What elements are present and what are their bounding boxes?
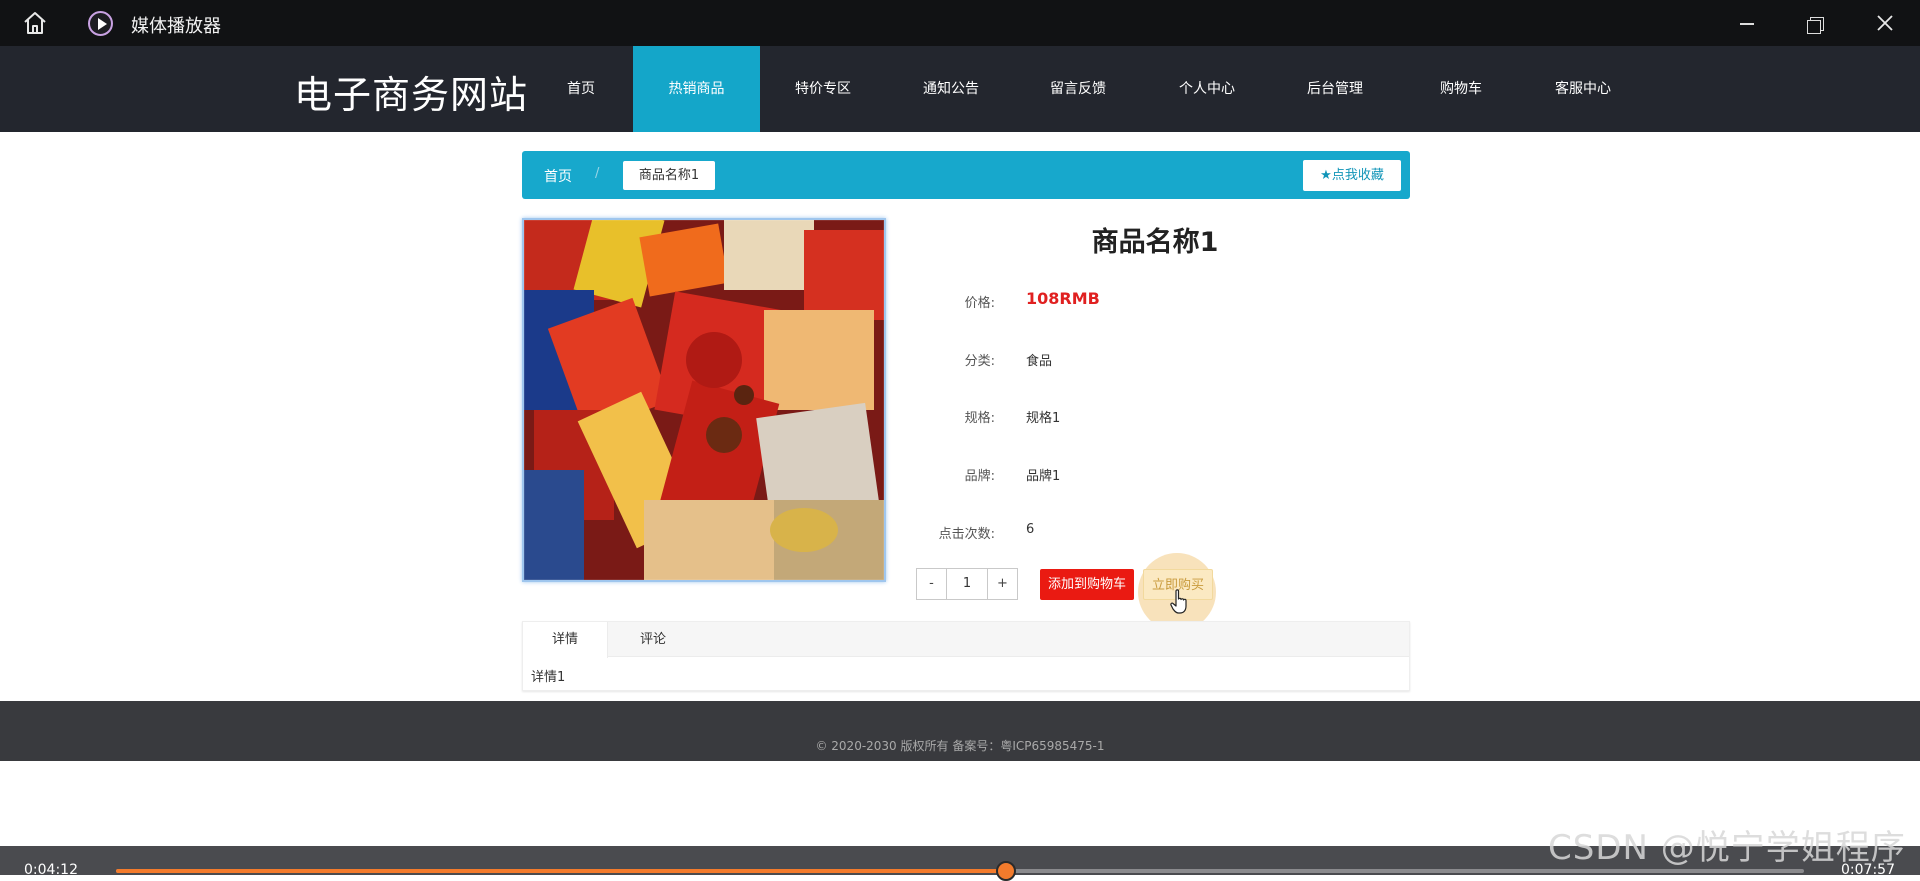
price-label: 价格: xyxy=(964,296,995,311)
add-to-cart-button[interactable]: 添加到购物车 xyxy=(1040,569,1134,600)
favorite-label: 点我收藏 xyxy=(1331,168,1384,183)
nav-item-feedback[interactable]: 留言反馈 xyxy=(1025,46,1131,132)
player-title: 媒体播放器 xyxy=(131,16,221,37)
nav-item-profile[interactable]: 个人中心 xyxy=(1154,46,1260,132)
site-navbar: 电子商务网站 首页 热销商品 特价专区 通知公告 留言反馈 个人中心 后台管理 … xyxy=(0,46,1920,132)
product-image xyxy=(522,218,886,582)
tab-header: 详情 评论 xyxy=(523,622,1409,658)
detail-tabs: 详情 评论 详情1 xyxy=(522,621,1410,691)
nav-item-notices[interactable]: 通知公告 xyxy=(898,46,1004,132)
spec-value: 规格1 xyxy=(1026,411,1061,426)
quantity-decrease-button[interactable]: - xyxy=(917,569,947,599)
close-icon[interactable] xyxy=(1871,10,1899,36)
breadcrumb: 首页 / 商品名称1 ★点我收藏 xyxy=(522,151,1410,199)
breadcrumb-home[interactable]: 首页 xyxy=(544,166,572,186)
spec-label: 规格: xyxy=(964,411,995,426)
restore-icon[interactable] xyxy=(1801,10,1829,36)
nav-item-service[interactable]: 客服中心 xyxy=(1530,46,1636,132)
brand-label: 品牌: xyxy=(964,469,995,484)
star-icon: ★ xyxy=(1320,168,1332,183)
watermark: CSDN @悦宁学姐程序 xyxy=(1548,828,1906,868)
seek-bar-progress xyxy=(116,869,1007,873)
tab-details[interactable]: 详情 xyxy=(523,622,608,658)
play-circle-icon xyxy=(88,11,113,36)
copyright-text: © 2020-2030 版权所有 备案号：粤ICP65985475-1 xyxy=(815,739,1105,753)
seek-handle[interactable] xyxy=(996,861,1017,881)
favorite-button[interactable]: ★点我收藏 xyxy=(1303,160,1401,191)
tab-comments[interactable]: 评论 xyxy=(608,622,698,657)
home-icon[interactable] xyxy=(22,11,48,35)
hand-cursor-icon xyxy=(1170,589,1187,614)
breadcrumb-separator: / xyxy=(595,166,600,181)
category-label: 分类: xyxy=(964,354,995,369)
tab-content: 详情1 xyxy=(531,670,566,685)
player-titlebar: 媒体播放器 xyxy=(0,0,1920,46)
breadcrumb-current: 商品名称1 xyxy=(623,161,715,190)
quantity-increase-button[interactable]: + xyxy=(987,569,1017,599)
minimize-icon[interactable] xyxy=(1733,10,1761,36)
product-name: 商品名称1 xyxy=(1091,227,1219,258)
site-footer: © 2020-2030 版权所有 备案号：粤ICP65985475-1 xyxy=(0,701,1920,761)
nav-item-cart[interactable]: 购物车 xyxy=(1408,46,1514,132)
nav-item-home[interactable]: 首页 xyxy=(538,46,624,132)
site-title[interactable]: 电子商务网站 xyxy=(294,64,528,119)
nav-item-admin[interactable]: 后台管理 xyxy=(1282,46,1388,132)
price-value: 108RMB xyxy=(1026,289,1100,308)
brand-value: 品牌1 xyxy=(1026,469,1061,484)
seek-bar[interactable] xyxy=(116,861,1804,881)
clicks-label: 点击次数: xyxy=(938,527,995,542)
current-time: 0:04:12 xyxy=(24,862,78,878)
quantity-stepper: - 1 + xyxy=(916,568,1018,600)
nav-item-hot-products[interactable]: 热销商品 xyxy=(633,46,760,132)
category-value: 食品 xyxy=(1026,354,1053,369)
product-photo xyxy=(524,220,884,580)
clicks-value: 6 xyxy=(1026,522,1035,537)
quantity-input[interactable]: 1 xyxy=(947,569,987,599)
nav-item-specials[interactable]: 特价专区 xyxy=(770,46,876,132)
